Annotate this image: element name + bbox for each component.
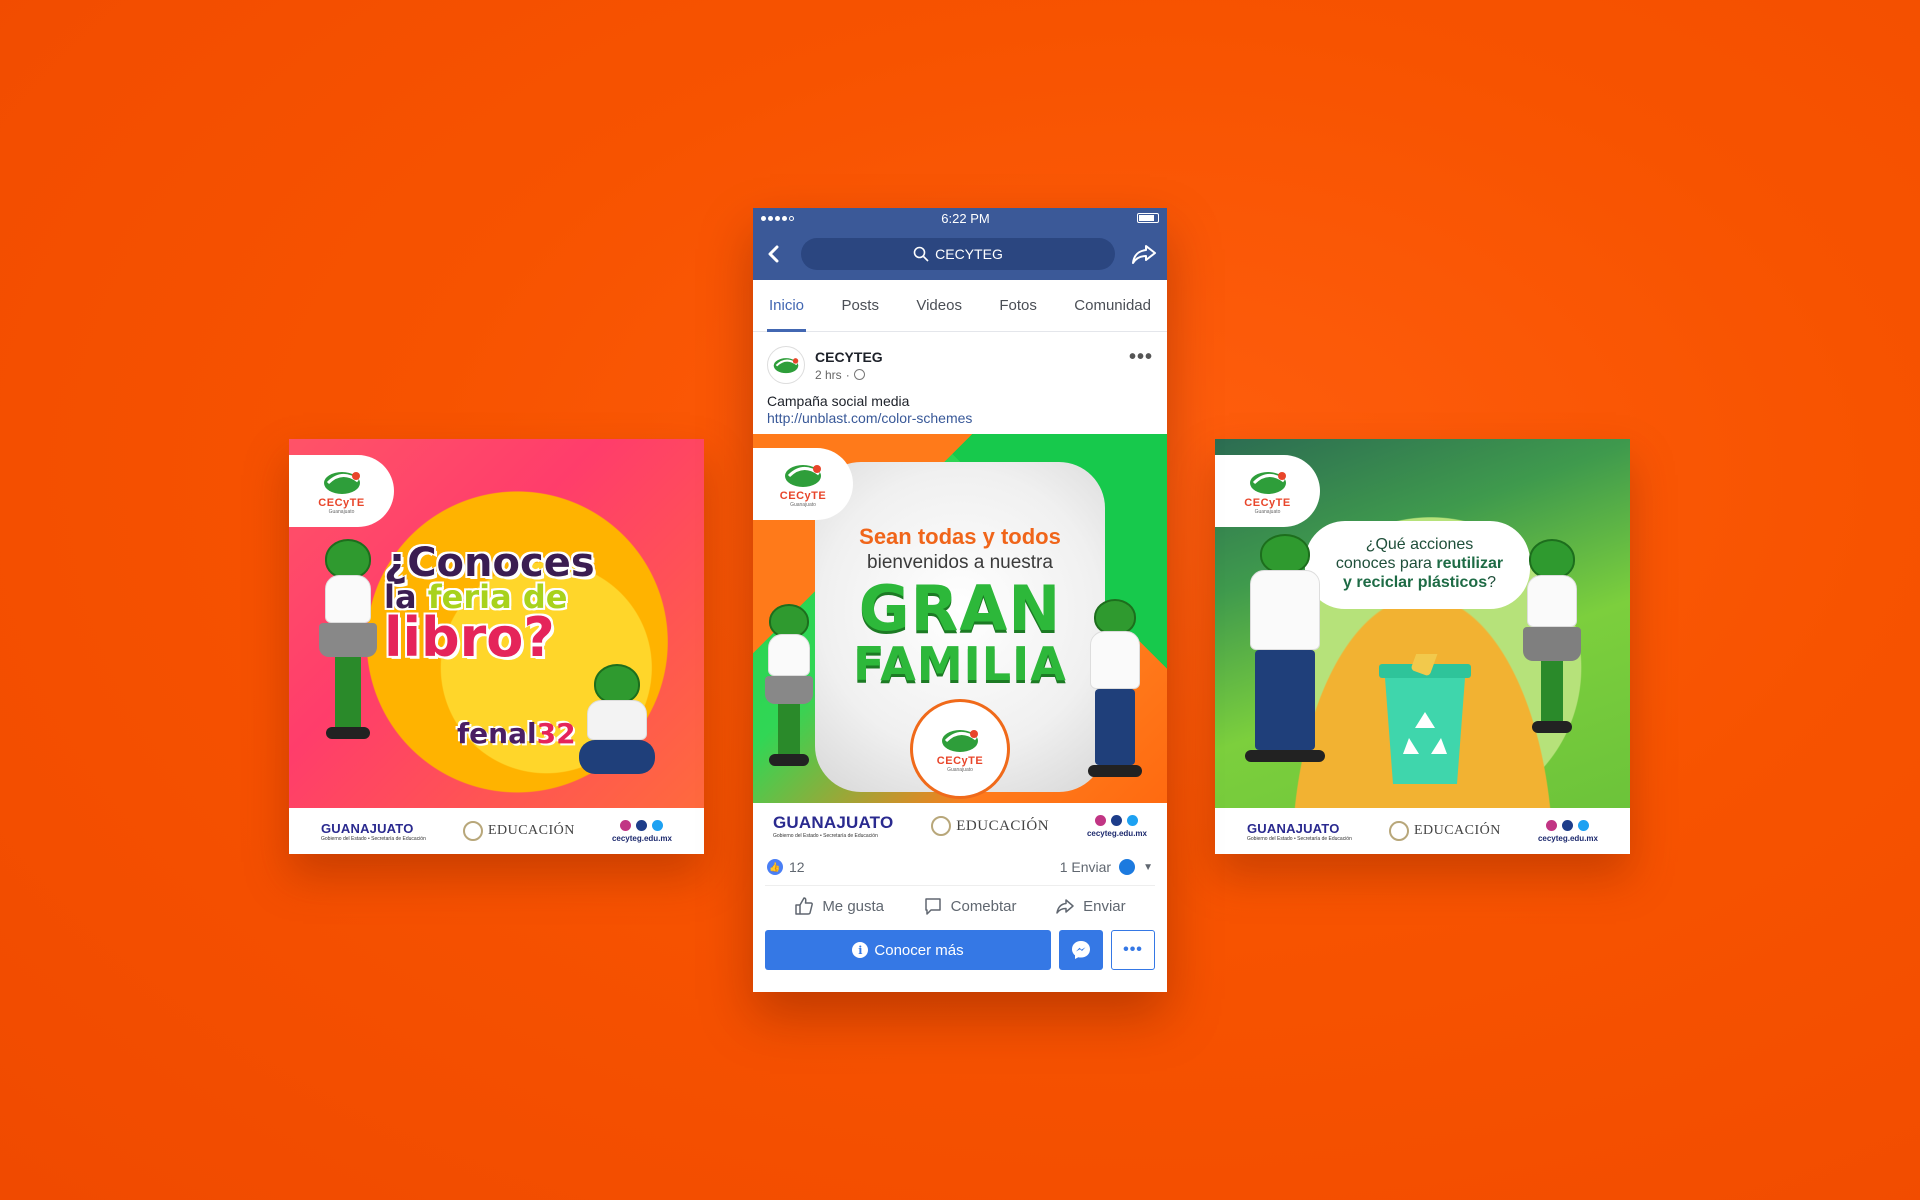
turtle-logo-icon — [942, 730, 978, 753]
status-time: 6:22 PM — [941, 210, 990, 226]
social-links: cecyteg.edu.mx — [1538, 819, 1598, 843]
mascot-boy-waving — [1088, 599, 1142, 778]
educacion-logo: EDUCACIÓN — [931, 816, 1049, 837]
twitter-icon — [1578, 819, 1590, 831]
share-arrow-icon — [1056, 899, 1074, 914]
comment-icon — [924, 898, 941, 915]
like-count[interactable]: 👍 12 — [767, 859, 805, 876]
caret-down-icon: ▼ — [1143, 861, 1153, 873]
thumbs-up-icon — [795, 897, 814, 915]
messenger-icon — [1072, 941, 1090, 960]
messenger-button[interactable] — [1059, 930, 1103, 971]
cecyte-seal: CECyTE Guanajuato — [910, 699, 1010, 800]
share-button[interactable]: Enviar — [1055, 896, 1126, 916]
headline: ¿Conoces la feria de libro? — [384, 540, 624, 670]
search-bar[interactable]: CECYTEG — [801, 238, 1115, 270]
post-card-reciclar: CECyTE Guanajuato ¿Qué acciones conoces … — [1215, 439, 1630, 854]
mascot-girl — [765, 604, 813, 767]
turtle-logo-icon — [323, 472, 360, 494]
seal-icon — [462, 821, 483, 841]
educacion-logo: EDUCACIÓN — [1388, 821, 1501, 841]
card-footer: GUANAJUATO Gobierno del Estado • Secreta… — [1215, 808, 1630, 854]
conocer-mas-button[interactable]: i Conocer más — [765, 930, 1051, 971]
logo-subtext: Guanajuato — [328, 509, 355, 515]
facebook-icon — [1111, 814, 1123, 826]
chevron-left-icon[interactable] — [763, 243, 785, 265]
post-meta: 2 hrs · — [815, 368, 883, 382]
guanajuato-logo: GUANAJUATO Gobierno del Estado • Secreta… — [1247, 820, 1352, 842]
headline-line-1: ¿Conoces — [384, 540, 595, 586]
more-button[interactable]: ••• — [1111, 930, 1155, 971]
headline-line-2: bienvenidos a nuestra — [867, 552, 1053, 574]
social-links: cecyteg.edu.mx — [1087, 814, 1147, 838]
more-options-icon[interactable]: ••• — [1129, 346, 1153, 369]
card-footer: GUANAJUATO Gobierno del Estado • Secreta… — [289, 808, 704, 854]
page-name[interactable]: CECYTEG — [815, 349, 883, 365]
card-footer: GUANAJUATO Gobierno del Estado • Secreta… — [753, 803, 1167, 850]
twitter-icon — [652, 819, 664, 831]
phone-facebook-mockup: 6:22 PM CECYTEG Inicio Posts Videos Foto… — [753, 208, 1167, 992]
instagram-icon — [1095, 814, 1107, 826]
turtle-logo-icon — [773, 358, 799, 374]
seal-icon — [931, 816, 952, 837]
signal-icon — [761, 215, 794, 221]
cecyte-logo: CECyTE Guanajuato — [753, 448, 853, 521]
educacion-logo: EDUCACIÓN — [462, 821, 575, 841]
post-actions: Me gusta Comebtar Enviar — [765, 885, 1155, 926]
status-bar: 6:22 PM — [753, 208, 1167, 228]
seal-icon — [1388, 821, 1409, 841]
social-links: cecyteg.edu.mx — [612, 819, 672, 843]
globe-icon — [853, 369, 865, 380]
fb-header: CECYTEG — [753, 228, 1167, 280]
tab-comunidad[interactable]: Comunidad — [1074, 280, 1151, 332]
instagram-icon — [620, 819, 632, 831]
like-badge-icon: 👍 — [767, 859, 783, 876]
like-button[interactable]: Me gusta — [794, 896, 884, 916]
cecyte-logo: CECyTE Guanajuato — [289, 455, 394, 527]
cecyte-logo: CECyTE Guanajuato — [1215, 455, 1320, 527]
turtle-logo-icon — [1249, 472, 1286, 494]
fenal-logo: fenal32 — [457, 717, 576, 750]
battery-icon — [1136, 213, 1159, 223]
logo-text: CECyTE — [318, 497, 365, 509]
post-link[interactable]: http://unblast.com/color-schemes — [753, 410, 1167, 432]
facebook-icon — [1562, 819, 1574, 831]
twitter-icon — [1127, 814, 1139, 826]
post-header: CECYTEG 2 hrs · ••• — [753, 332, 1167, 392]
tab-inicio[interactable]: Inicio — [766, 280, 807, 332]
search-icon — [913, 246, 929, 262]
guanajuato-logo: GUANAJUATO Gobierno del Estado • Secreta… — [321, 820, 426, 842]
recycle-bin-icon — [1379, 654, 1471, 784]
post-card-feria-libro: CECyTE Guanajuato ¿Conoces la feria de l… — [289, 439, 704, 854]
search-text: CECYTEG — [935, 246, 1003, 262]
instagram-icon — [1546, 819, 1558, 831]
mascot-girl — [319, 539, 377, 739]
mascot-boy-reading — [579, 664, 655, 774]
page-tabs: Inicio Posts Videos Fotos Comunidad — [753, 280, 1167, 332]
info-icon: i — [852, 942, 869, 959]
comment-button[interactable]: Comebtar — [923, 896, 1017, 916]
share-count[interactable]: 1 Enviar ▼ — [1060, 859, 1153, 876]
headline-line-3: libro? — [384, 606, 555, 670]
guanajuato-logo: GUANAJUATO Gobierno del Estado • Secreta… — [773, 813, 894, 840]
tab-fotos[interactable]: Fotos — [999, 280, 1037, 332]
avatar[interactable] — [767, 346, 805, 384]
speech-bubble: ¿Qué acciones conoces para reutilizar y … — [1305, 521, 1530, 609]
cta-row: i Conocer más ••• — [753, 926, 1167, 971]
mascot-boy — [1245, 534, 1325, 762]
headline-line-1: Sean todas y todos — [859, 524, 1061, 550]
reactions-bar: 👍 12 1 Enviar ▼ — [753, 849, 1167, 885]
post-text: Campaña social media — [767, 393, 910, 409]
facebook-icon — [636, 819, 648, 831]
mascot-girl — [1523, 539, 1581, 733]
tab-videos[interactable]: Videos — [916, 280, 962, 332]
turtle-logo-icon — [785, 465, 821, 488]
tab-posts[interactable]: Posts — [841, 280, 879, 332]
post-time: 2 hrs — [815, 367, 842, 382]
post-image[interactable]: CECyTE Guanajuato Sean todas y todos bie… — [753, 434, 1167, 850]
avatar — [1119, 859, 1136, 876]
share-icon[interactable] — [1131, 241, 1157, 267]
